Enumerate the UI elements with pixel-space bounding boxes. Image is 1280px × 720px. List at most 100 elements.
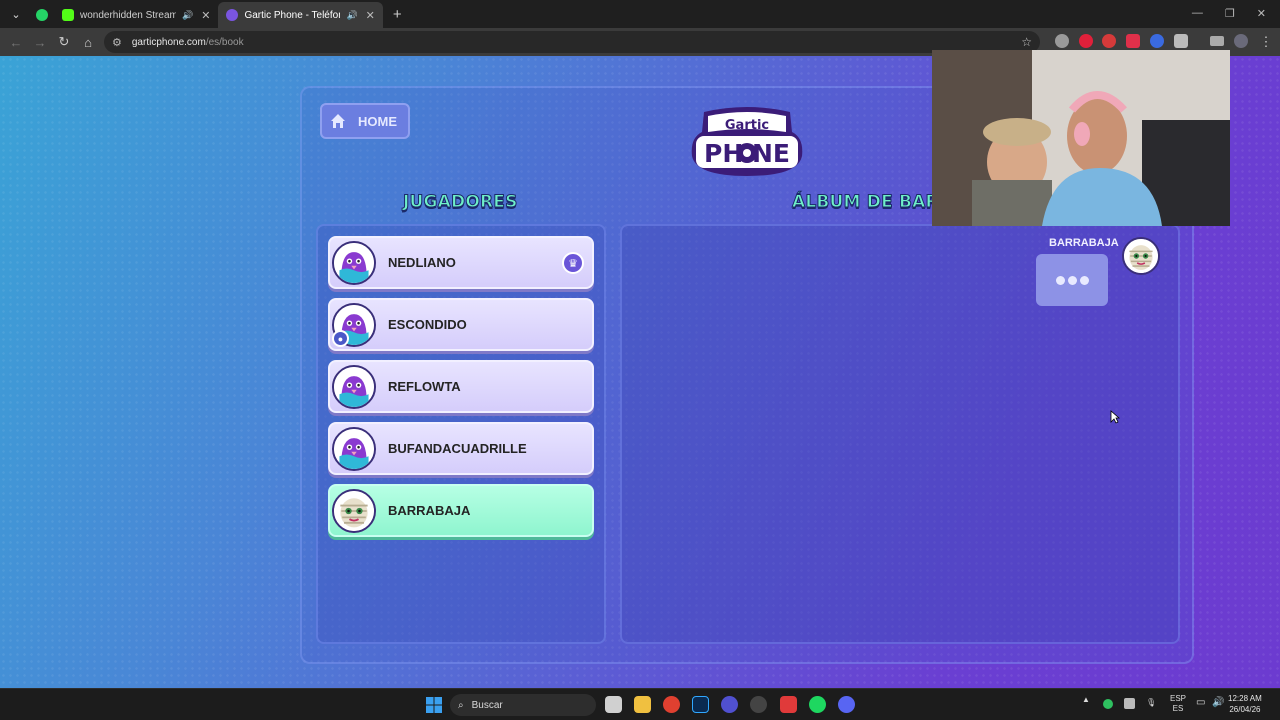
player-name: NEDLIANO: [388, 255, 456, 270]
chrome-icon[interactable]: [663, 696, 680, 713]
app-icon[interactable]: [721, 696, 738, 713]
url-path: /es/book: [205, 36, 244, 48]
profile-avatar-icon[interactable]: [1234, 34, 1248, 48]
speaker-icon[interactable]: 🔊: [346, 10, 357, 21]
minimize-icon[interactable]: —: [1192, 7, 1203, 20]
album-author-avatar: [1122, 237, 1160, 275]
url-text: garticphone.com/es/book: [132, 37, 244, 48]
house-icon: [331, 114, 345, 128]
tab-whatsapp[interactable]: [30, 2, 54, 28]
mummy-avatar-icon: [334, 491, 374, 531]
extension-icon[interactable]: [1126, 34, 1140, 48]
player-card-current: BARRABAJA: [328, 484, 594, 537]
close-window-icon[interactable]: ✕: [1257, 7, 1266, 20]
obs-icon[interactable]: [750, 696, 767, 713]
webcam-feed-image: [932, 50, 1230, 226]
player-avatar: [332, 489, 376, 533]
url-bar[interactable]: ⚙ garticphone.com/es/book ☆: [104, 31, 1040, 53]
bookmark-star-icon[interactable]: ☆: [1021, 35, 1032, 49]
chevron-up-icon[interactable]: ▲: [1082, 695, 1090, 704]
player-avatar: [332, 365, 376, 409]
clock-date: 26/04/26: [1229, 705, 1261, 714]
status-dot-icon: [1103, 699, 1113, 709]
speaker-icon[interactable]: 🔊: [182, 10, 193, 21]
tab-gartic-phone[interactable]: Gartic Phone - Teléfono De 🔊 ✕: [218, 2, 383, 28]
typing-dot: [1055, 275, 1065, 285]
extension-icon[interactable]: [1150, 34, 1164, 48]
puzzle-icon[interactable]: [1174, 34, 1188, 48]
back-icon[interactable]: ←: [4, 35, 28, 50]
photoshop-icon[interactable]: [692, 696, 709, 713]
reload-icon[interactable]: ↻: [52, 34, 76, 50]
user-badge-icon: ●: [332, 330, 349, 347]
extension-icon[interactable]: [1055, 34, 1069, 48]
home-icon[interactable]: ⌂: [76, 35, 100, 50]
tab-search-dropdown[interactable]: ⌄: [4, 2, 28, 26]
close-tab-icon[interactable]: ✕: [366, 9, 375, 22]
player-name: BARRABAJA: [388, 503, 471, 518]
valorant-icon[interactable]: [780, 696, 797, 713]
tab-title: wonderhidden Stream - W: [80, 9, 176, 21]
purple-bird-avatar-icon: [334, 429, 374, 469]
new-tab-button[interactable]: +: [393, 6, 402, 23]
taskbar-search[interactable]: ⌕ Buscar: [450, 694, 596, 716]
player-name: BUFANDACUADRILLE: [388, 441, 527, 456]
tab-stream[interactable]: wonderhidden Stream - W 🔊 ✕: [54, 2, 218, 28]
discord-icon[interactable]: [838, 696, 855, 713]
tray-app-icon[interactable]: [1124, 698, 1135, 709]
language-bottom: ES: [1172, 704, 1184, 713]
volume-icon[interactable]: 🔊: [1212, 697, 1224, 708]
webcam-overlay: [932, 50, 1230, 226]
mouse-cursor-icon: [1110, 410, 1120, 424]
url-host: garticphone.com: [131, 36, 206, 48]
close-tab-icon[interactable]: ✕: [201, 9, 210, 22]
tab-title: Gartic Phone - Teléfono De: [244, 9, 340, 21]
extension-icon[interactable]: [1102, 34, 1116, 48]
microphone-icon[interactable]: 🎙: [1146, 698, 1156, 707]
kick-icon: [62, 9, 74, 21]
windows-taskbar: ⌕ Buscar ▲ 🎙 ESP ES ▭ 🔊 12:28 AM 26/04/2…: [0, 688, 1280, 720]
file-explorer-icon[interactable]: [634, 696, 651, 713]
search-placeholder: Buscar: [471, 699, 503, 711]
menu-icon[interactable]: ⋮: [1254, 34, 1278, 50]
maximize-icon[interactable]: ❐: [1225, 7, 1235, 20]
forward-icon[interactable]: →: [28, 35, 52, 50]
gartic-phone-icon: [226, 9, 239, 21]
spotify-icon[interactable]: [809, 696, 826, 713]
typing-indicator: [1036, 254, 1108, 306]
purple-bird-avatar-icon: [334, 367, 374, 407]
window-controls: — ❐ ✕: [1192, 7, 1280, 28]
whatsapp-icon: [36, 9, 48, 21]
mummy-avatar-icon: [1124, 239, 1158, 273]
clock-time: 12:28 AM: [1228, 694, 1262, 703]
home-button[interactable]: HOME: [320, 103, 410, 139]
network-icon[interactable]: ▭: [1196, 697, 1205, 708]
home-button-label: HOME: [358, 113, 397, 129]
language-indicator[interactable]: ESP ES: [1170, 694, 1186, 714]
album-title: ÁLBUM DE BAR: [792, 192, 940, 213]
windows-start-icon[interactable]: [426, 697, 442, 713]
reading-list-icon[interactable]: [1210, 36, 1224, 46]
browser-tab-bar: ⌄ wonderhidden Stream - W 🔊 ✕ Gartic Pho…: [0, 0, 1280, 28]
players-title: JUGADORES: [403, 192, 518, 213]
search-icon: ⌕: [458, 699, 464, 711]
player-card: REFLOWTA: [328, 360, 594, 413]
extension-icon[interactable]: [1079, 34, 1093, 48]
player-name: REFLOWTA: [388, 379, 461, 394]
player-avatar: [332, 427, 376, 471]
player-card: NEDLIANO ♛: [328, 236, 594, 289]
player-card: BUFANDACUADRILLE: [328, 422, 594, 475]
gartic-phone-logo: Gartic PH NE: [691, 107, 803, 176]
taskbar-clock[interactable]: 12:28 AM 26/04/26: [1228, 693, 1262, 715]
task-view-icon[interactable]: [605, 696, 622, 713]
player-avatar: [332, 241, 376, 285]
typing-dot: [1067, 275, 1077, 285]
typing-dot: [1079, 275, 1089, 285]
svg-text:Gartic: Gartic: [725, 118, 769, 133]
site-info-icon[interactable]: ⚙: [112, 36, 122, 49]
purple-bird-avatar-icon: [334, 243, 374, 283]
player-card: ● ESCONDIDO: [328, 298, 594, 351]
language-top: ESP: [1170, 694, 1187, 703]
crown-icon: ♛: [562, 252, 584, 274]
album-author-name: BARRABAJA: [1049, 237, 1119, 249]
